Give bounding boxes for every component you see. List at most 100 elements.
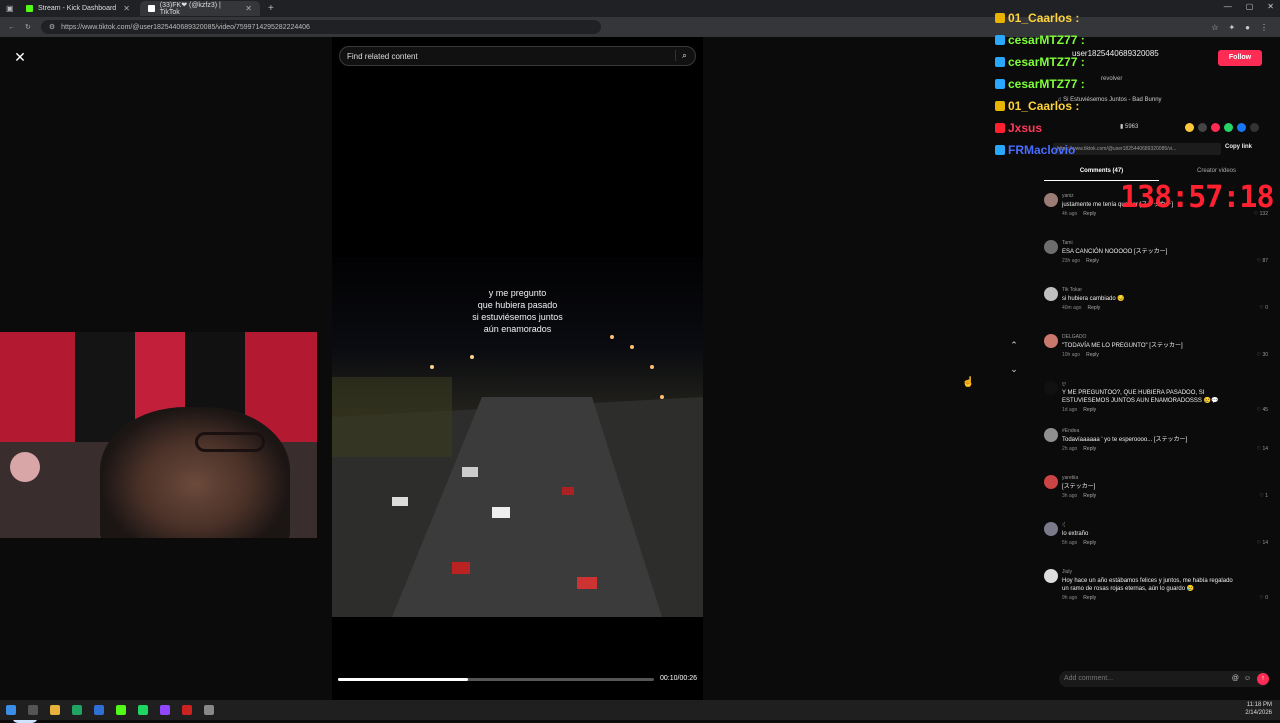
commenter-name[interactable]: #Endea bbox=[1062, 428, 1079, 434]
comment-likes[interactable]: ♡ 45 bbox=[1257, 407, 1268, 413]
menu-icon[interactable]: ⋮ bbox=[1260, 23, 1268, 32]
commenter-name[interactable]: :( bbox=[1062, 522, 1065, 528]
video-progress-bar[interactable] bbox=[338, 678, 654, 681]
emoji-picker-icon[interactable]: ☺ bbox=[1244, 671, 1251, 687]
folder-icon[interactable] bbox=[50, 705, 60, 715]
comment-item: Tik Tokar si hubiera cambiado 😔 40m ago Rep… bbox=[1044, 287, 1272, 334]
obs-icon[interactable] bbox=[160, 705, 170, 715]
follow-button[interactable]: Follow bbox=[1218, 50, 1262, 66]
reply-button[interactable]: Reply bbox=[1083, 211, 1096, 217]
star-icon[interactable]: ☆ bbox=[1211, 23, 1218, 32]
streamer-person bbox=[100, 407, 290, 538]
chrome-icon[interactable] bbox=[72, 705, 82, 715]
commenter-avatar[interactable] bbox=[1044, 287, 1058, 301]
facebook-icon[interactable] bbox=[1237, 123, 1246, 132]
comment-item: #Endea Todavíaaaaaa ' yo te esperoooo... … bbox=[1044, 428, 1272, 475]
address-bar[interactable]: ⚙ https://www.tiktok.com/@user1825440689… bbox=[40, 20, 601, 34]
close-window-icon[interactable]: ✕ bbox=[1267, 2, 1274, 11]
chat-username: Jxsus bbox=[1008, 121, 1043, 135]
tab-creator-videos[interactable]: Creator videos bbox=[1159, 163, 1274, 181]
commenter-avatar[interactable] bbox=[1044, 334, 1058, 348]
comment-likes[interactable]: ♡ 30 bbox=[1257, 352, 1268, 358]
previous-video-icon[interactable]: ⌃ bbox=[1004, 337, 1024, 353]
reply-button[interactable]: Reply bbox=[1083, 446, 1096, 452]
app-icon[interactable] bbox=[94, 705, 104, 715]
comment-likes[interactable]: ♡ 1 bbox=[1259, 493, 1268, 499]
commenter-name[interactable]: ღ bbox=[1062, 381, 1066, 387]
like-count: 1 bbox=[1265, 493, 1268, 499]
search-input[interactable]: Find related content ⌕ bbox=[339, 46, 696, 66]
close-tab-icon[interactable]: ✕ bbox=[123, 4, 130, 13]
share-arrow-icon[interactable] bbox=[1250, 123, 1259, 132]
comment-time: 9h ago bbox=[1062, 595, 1078, 601]
comment-likes[interactable]: ♡ 0 bbox=[1259, 595, 1268, 601]
minimize-icon[interactable]: — bbox=[1224, 2, 1232, 11]
send-icon[interactable] bbox=[1211, 123, 1220, 132]
comment-time: 40m ago bbox=[1062, 305, 1082, 311]
terminal-icon[interactable] bbox=[28, 705, 38, 715]
reload-icon[interactable]: ↻ bbox=[25, 23, 31, 31]
back-icon[interactable]: ← bbox=[8, 24, 15, 31]
tab-list-icon[interactable]: ▣ bbox=[6, 4, 16, 13]
reply-button[interactable]: Reply bbox=[1083, 540, 1096, 546]
chat-message: FRMaclovio bbox=[995, 139, 1175, 161]
embed-icon[interactable] bbox=[1198, 123, 1207, 132]
comment-text: lo extraño bbox=[1062, 531, 1089, 537]
comment-likes[interactable]: ♡ 0 bbox=[1259, 305, 1268, 311]
reply-button[interactable]: Reply bbox=[1087, 305, 1100, 311]
commenter-name[interactable]: DELGADO bbox=[1062, 334, 1086, 340]
tab-kick-dashboard[interactable]: Stream - Kick Dashboard ✕ bbox=[18, 1, 138, 16]
close-icon[interactable]: ✕ bbox=[12, 49, 28, 65]
close-tab-icon[interactable]: ✕ bbox=[245, 4, 252, 13]
mention-icon[interactable]: @ bbox=[1232, 671, 1239, 687]
maximize-icon[interactable]: ▢ bbox=[1246, 2, 1254, 11]
whatsapp-icon[interactable] bbox=[1224, 123, 1233, 132]
kick-app-icon[interactable] bbox=[116, 705, 126, 715]
chat-badge-icon bbox=[995, 35, 1005, 45]
commenter-avatar[interactable] bbox=[1044, 428, 1058, 442]
post-comment-icon[interactable]: ↑ bbox=[1257, 673, 1269, 685]
emoji-icon[interactable] bbox=[1185, 123, 1194, 132]
video-player[interactable]: Find related content ⌕ y me pregunto que… bbox=[332, 37, 703, 700]
tab-comments[interactable]: Comments (47) bbox=[1044, 163, 1159, 181]
commenter-name[interactable]: Tik Tokar bbox=[1062, 287, 1082, 293]
reply-button[interactable]: Reply bbox=[1083, 595, 1096, 601]
copy-link-button[interactable]: Copy link bbox=[1225, 144, 1252, 150]
reply-button[interactable]: Reply bbox=[1086, 258, 1099, 264]
commenter-name[interactable]: Jiuly bbox=[1062, 569, 1072, 575]
commenter-avatar[interactable] bbox=[1044, 240, 1058, 254]
add-comment-input[interactable]: Add comment... @ ☺ bbox=[1059, 671, 1269, 687]
comment-meta: 3h ago Reply bbox=[1062, 493, 1096, 499]
comment-likes[interactable]: ♡ 87 bbox=[1257, 258, 1268, 264]
commenter-avatar[interactable] bbox=[1044, 522, 1058, 536]
search-icon[interactable]: ⌕ bbox=[674, 50, 687, 61]
new-tab-button[interactable]: + bbox=[268, 3, 274, 14]
next-video-icon[interactable]: ⌄ bbox=[1004, 361, 1024, 377]
start-icon[interactable] bbox=[6, 705, 16, 715]
commenter-name[interactable]: yaniz bbox=[1062, 193, 1074, 199]
commenter-avatar[interactable] bbox=[1044, 193, 1058, 207]
chat-badge-icon bbox=[995, 101, 1005, 111]
spotify-icon[interactable] bbox=[138, 705, 148, 715]
comment-likes[interactable]: ♡ 14 bbox=[1257, 540, 1268, 546]
reply-button[interactable]: Reply bbox=[1083, 407, 1096, 413]
extensions-icon[interactable]: ✦ bbox=[1228, 23, 1235, 32]
reply-button[interactable]: Reply bbox=[1086, 352, 1099, 358]
comment-meta: 1d ago Reply bbox=[1062, 407, 1096, 413]
commenter-avatar[interactable] bbox=[1044, 569, 1058, 583]
app-red-icon[interactable] bbox=[182, 705, 192, 715]
commenter-avatar[interactable] bbox=[1044, 381, 1058, 395]
commenter-name[interactable]: yaretiia bbox=[1062, 475, 1078, 481]
commenter-avatar[interactable] bbox=[1044, 475, 1058, 489]
stream-chat-overlay: 01_Caarlos : cesarMTZ77 : cesarMTZ77 : cesa… bbox=[995, 7, 1175, 161]
reply-button[interactable]: Reply bbox=[1083, 493, 1096, 499]
site-info-icon[interactable]: ⚙ bbox=[49, 23, 55, 31]
profile-icon[interactable]: ● bbox=[1245, 23, 1250, 32]
mouse-cursor-icon: ☝ bbox=[962, 377, 975, 388]
commenter-name[interactable]: Tami bbox=[1062, 240, 1073, 246]
app-gray-icon[interactable] bbox=[204, 705, 214, 715]
system-clock[interactable]: 11:18 PM 2/14/2026 bbox=[1245, 701, 1272, 717]
comment-likes[interactable]: ♡ 14 bbox=[1257, 446, 1268, 452]
comment-time: 10h ago bbox=[1062, 352, 1081, 358]
tab-tiktok[interactable]: (33)FK❤ (@kzfz3) | TikTok ✕ bbox=[140, 1, 260, 16]
